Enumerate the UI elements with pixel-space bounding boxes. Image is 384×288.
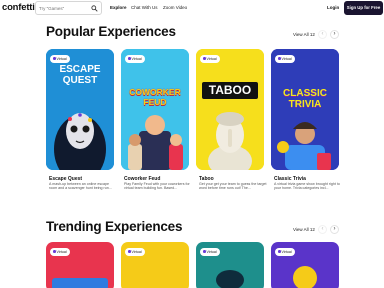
virtual-badge: Virtual [50, 248, 70, 256]
virtual-badge: Virtual [275, 55, 295, 63]
virtual-dot-icon [278, 57, 281, 60]
experience-card-taboo[interactable]: Virtual TABOO [196, 49, 264, 170]
popular-next-button[interactable]: › [330, 30, 339, 39]
virtual-dot-icon [128, 57, 131, 60]
trending-next-button[interactable]: › [330, 225, 339, 234]
trending-card[interactable]: Virtual [196, 242, 264, 288]
trending-art [52, 278, 108, 288]
experience-card-classic-trivia[interactable]: Virtual CLASSIC TRIVIA [271, 49, 339, 170]
trending-card[interactable]: Virtual [271, 242, 339, 288]
coworker-feud-artwork [121, 49, 189, 170]
virtual-badge: Virtual [200, 55, 220, 63]
trending-view-all-link[interactable]: View All 12 [293, 227, 315, 232]
chevron-right-icon: › [333, 31, 336, 37]
trending-heading: Trending Experiences [46, 219, 183, 234]
taboo-artwork [196, 49, 264, 170]
search-icon[interactable] [91, 5, 98, 12]
escape-quest-art-text: ESCAPE QUEST [59, 64, 101, 86]
experience-card-coworker-feud[interactable]: Virtual COWORKER FEUD [121, 49, 189, 170]
virtual-dot-icon [278, 250, 281, 253]
search-box[interactable] [35, 1, 102, 15]
nav-chat-with-us[interactable]: Chat With Us [131, 5, 158, 10]
popular-heading: Popular Experiences [46, 24, 176, 39]
confetti-logo[interactable]: confetti [2, 2, 35, 13]
trending-art [216, 270, 244, 288]
experience-card-escape-quest[interactable]: Virtual ESCAPE QUEST [46, 49, 114, 170]
virtual-dot-icon [53, 57, 56, 60]
chevron-left-icon: ‹ [321, 226, 324, 232]
virtual-badge: Virtual [275, 248, 295, 256]
popular-prev-button[interactable]: ‹ [318, 30, 327, 39]
card-description: A mash-up between an online escape room … [49, 182, 112, 191]
card-description: Get your get your team to guess the targ… [199, 182, 267, 191]
virtual-dot-icon [128, 250, 131, 253]
trending-card[interactable]: Virtual [46, 242, 114, 288]
coworker-feud-art-text: COWORKER FEUD [129, 87, 181, 107]
virtual-dot-icon [203, 250, 206, 253]
search-input[interactable] [39, 3, 91, 13]
login-link[interactable]: Login [327, 5, 339, 10]
chevron-right-icon: › [333, 226, 336, 232]
taboo-art-text: TABOO [208, 83, 252, 97]
virtual-badge: Virtual [50, 55, 70, 63]
trending-card[interactable]: Virtual [121, 242, 189, 288]
virtual-dot-icon [53, 250, 56, 253]
virtual-badge: Virtual [125, 55, 145, 63]
classic-trivia-art-text: CLASSIC TRIVIA [283, 88, 327, 110]
chevron-left-icon: ‹ [321, 31, 324, 37]
trending-prev-button[interactable]: ‹ [318, 225, 327, 234]
card-description: A virtual trivia game show brought right… [274, 182, 340, 191]
card-description: Play Family Feud with your coworkers for… [124, 182, 190, 191]
virtual-badge: Virtual [200, 248, 220, 256]
virtual-badge: Virtual [125, 248, 145, 256]
nav-explore[interactable]: Explore [110, 5, 127, 10]
trending-art [293, 266, 317, 288]
signup-button[interactable]: Sign Up for Free [344, 1, 383, 15]
virtual-dot-icon [203, 57, 206, 60]
popular-view-all-link[interactable]: View All 12 [293, 32, 315, 37]
top-nav: confetti Explore Chat With Us Zoom Video… [0, 0, 384, 17]
nav-zoom-video[interactable]: Zoom Video [163, 5, 187, 10]
